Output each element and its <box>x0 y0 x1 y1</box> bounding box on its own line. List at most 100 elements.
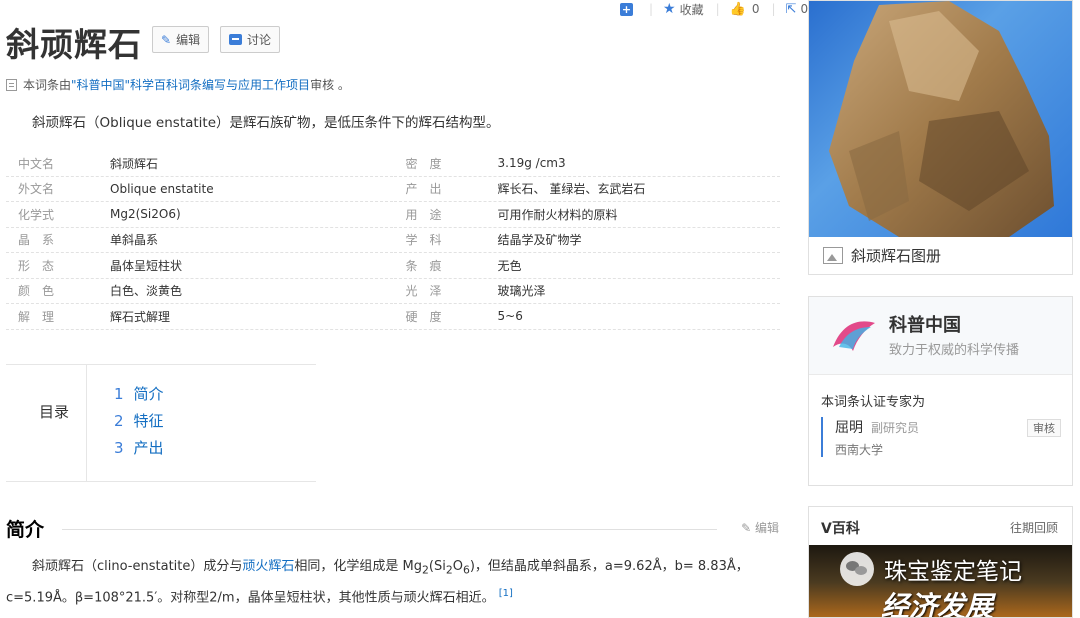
kepu-card: 科普中国 致力于权威的科学传播 本词条认证专家为 屈明 副研究员 西南大学 审核 <box>808 296 1073 486</box>
info-cell-right: 光 泽 玻璃光泽 <box>393 279 780 304</box>
discuss-label: 讨论 <box>247 33 272 47</box>
wechat-watermark: 珠宝鉴定笔记 <box>840 552 1022 586</box>
favorite-label: 收藏 <box>679 2 704 17</box>
enstatite-link[interactable]: 顽火辉石 <box>242 559 294 574</box>
info-key: 晶 系 <box>18 233 55 248</box>
expert-role: 副研究员 <box>871 421 920 435</box>
info-cell-right: 产 出 辉长石、 堇绿岩、玄武岩石 <box>393 177 780 202</box>
toc-item-number: 2 <box>114 412 124 430</box>
toc-item-label[interactable]: 产出 <box>134 439 164 457</box>
album-caption-text: 斜顽辉石图册 <box>851 247 942 265</box>
info-key: 形 态 <box>18 258 55 273</box>
expert-name[interactable]: 屈明 <box>835 420 863 436</box>
toc-item[interactable]: 1 简介 <box>114 381 164 408</box>
vbaike-banner-text: 经济发展 <box>881 590 994 618</box>
info-key: 解 理 <box>18 309 55 324</box>
section-header: 简介 ✎ 编辑 <box>6 515 781 543</box>
info-cell-left: 解 理 辉石式解理 <box>6 304 393 330</box>
comment-icon <box>229 34 242 45</box>
audit-notice: 本词条由 "科普中国"科学百科词条编写与应用工作项目 审核 。 <box>6 76 350 93</box>
audit-prefix: 本词条由 <box>23 78 72 92</box>
rock-image <box>829 1 1054 237</box>
lead-summary: 斜顽辉石（Oblique enstatite）是辉石族矿物，是低压条件下的辉石结… <box>32 115 500 131</box>
album-caption[interactable]: 斜顽辉石图册 <box>823 245 941 266</box>
vbaike-archive-link[interactable]: 往期回顾 <box>1010 519 1058 536</box>
gallery-icon <box>823 247 843 264</box>
audit-suffix: 审核 。 <box>310 78 350 92</box>
toc-item-label[interactable]: 简介 <box>134 385 164 403</box>
info-cell-right: 学 科 结晶学及矿物学 <box>393 228 780 253</box>
info-row: 化学式 Mg2(Si2O6) 用 途 可用作耐火材料的原料 <box>6 202 781 228</box>
info-value: 白色、淡黄色 <box>110 284 183 299</box>
info-cell-left: 化学式 Mg2(Si2O6) <box>6 202 393 228</box>
share-button[interactable]: ⇱ 0 <box>786 2 809 17</box>
share-icon: ⇱ <box>785 1 797 17</box>
info-row: 外文名 Oblique enstatite 产 出 辉长石、 堇绿岩、玄武岩石 <box>6 177 781 202</box>
toc-item-label[interactable]: 特征 <box>134 412 164 430</box>
discuss-button[interactable]: 讨论 <box>220 26 281 53</box>
info-key: 产 出 <box>405 182 442 197</box>
formula-sub-3: 6 <box>462 563 470 577</box>
album-card[interactable]: 斜顽辉石图册 <box>808 0 1073 275</box>
info-value: 晶体呈短柱状 <box>110 258 183 273</box>
edit-button[interactable]: ✎ 编辑 <box>152 26 210 53</box>
section-heading: 简介 <box>6 519 45 541</box>
info-key: 外文名 <box>18 182 55 197</box>
kepu-title: 科普中国 <box>889 315 961 336</box>
info-value: Mg2(Si2O6) <box>110 207 181 222</box>
share-count: 0 <box>800 2 809 16</box>
edit-label: 编辑 <box>176 33 201 47</box>
add-button[interactable]: + <box>620 2 637 16</box>
para-text-2: 相同，化学组成是 Mg <box>294 559 422 574</box>
formula-sub-2: 2 <box>445 563 453 577</box>
info-key: 学 科 <box>405 233 442 248</box>
reference-link[interactable]: [1] <box>499 588 513 599</box>
info-value: 3.19g /cm3 <box>497 156 566 171</box>
article-actions: + | ★ 收藏 | 👍 0 | ⇱ 0 <box>620 1 809 18</box>
section-edit-button[interactable]: ✎ 编辑 <box>741 519 779 536</box>
para-text-3: (Si <box>428 559 446 574</box>
para-text-4: O <box>452 559 463 574</box>
info-cell-left: 形 态 晶体呈短柱状 <box>6 253 393 279</box>
section-edit-label: 编辑 <box>754 521 779 535</box>
star-icon: ★ <box>663 1 676 17</box>
info-key: 密 度 <box>405 156 442 171</box>
expert-label: 本词条认证专家为 <box>821 395 926 410</box>
kepu-subtitle: 致力于权威的科学传播 <box>889 343 1020 358</box>
toc-item[interactable]: 2 特征 <box>114 408 164 435</box>
info-value: 无色 <box>497 258 522 273</box>
favorite-button[interactable]: ★ 收藏 <box>663 1 704 18</box>
info-cell-right: 硬 度 5~6 <box>393 304 780 330</box>
info-cell-left: 颜 色 白色、淡黄色 <box>6 279 393 304</box>
expert-entry[interactable]: 屈明 副研究员 西南大学 审核 <box>821 417 1061 457</box>
audit-project-link[interactable]: "科普中国"科学百科词条编写与应用工作项目 <box>71 76 310 93</box>
mineral-photo[interactable] <box>809 1 1072 237</box>
info-key: 颜 色 <box>18 284 55 299</box>
info-cell-right: 密 度 3.19g /cm3 <box>393 151 780 177</box>
toc-item-number: 1 <box>114 385 124 403</box>
plus-icon: + <box>620 2 633 16</box>
document-icon <box>6 78 17 91</box>
toc-item[interactable]: 3 产出 <box>114 435 164 462</box>
info-cell-left: 外文名 Oblique enstatite <box>6 177 393 202</box>
info-row: 形 态 晶体呈短柱状 条 痕 无色 <box>6 253 781 279</box>
info-key: 光 泽 <box>405 284 442 299</box>
info-cell-left: 晶 系 单斜晶系 <box>6 228 393 253</box>
kepu-header[interactable]: 科普中国 致力于权威的科学传播 <box>809 297 1072 375</box>
info-row: 中文名 斜顽辉石 密 度 3.19g /cm3 <box>6 151 781 177</box>
intro-paragraph: 斜顽辉石（clino-enstatite）成分与顽火辉石相同，化学组成是 Mg2… <box>6 555 766 609</box>
page-title: 斜顽辉石 <box>6 25 142 64</box>
info-cell-left: 中文名 斜顽辉石 <box>6 151 393 177</box>
info-key: 条 痕 <box>405 258 442 273</box>
toc-list: 1 简介 2 特征 3 产出 <box>114 381 164 462</box>
toc-item-number: 3 <box>114 439 124 457</box>
info-value: 5~6 <box>497 309 523 324</box>
pencil-icon: ✎ <box>161 32 172 47</box>
basic-info-table: 中文名 斜顽辉石 密 度 3.19g /cm3 外文名 Oblique enstatite… <box>6 151 781 330</box>
info-value: 斜顽辉石 <box>110 156 159 171</box>
info-value: 单斜晶系 <box>110 233 159 248</box>
like-button[interactable]: 👍 0 <box>730 2 760 17</box>
review-badge: 审核 <box>1027 419 1061 437</box>
info-cell-right: 条 痕 无色 <box>393 253 780 279</box>
info-value: 玻璃光泽 <box>497 284 546 299</box>
